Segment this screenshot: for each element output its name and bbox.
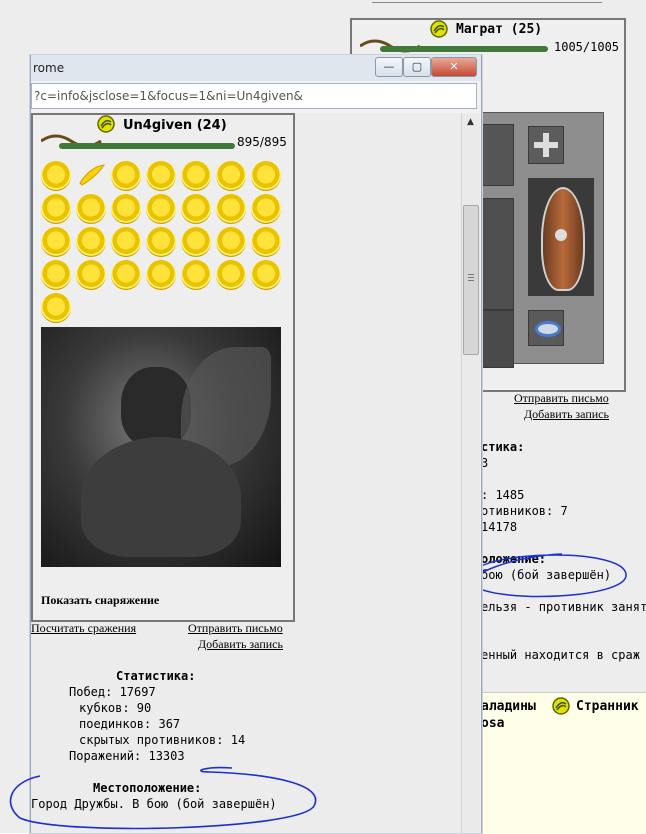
- bg-notice-fight: енный находится в сраж: [481, 648, 640, 662]
- equip-slot-amulet[interactable]: [528, 126, 564, 164]
- scroll-up-icon[interactable]: ▲: [467, 117, 474, 127]
- popup-title: rome: [33, 61, 65, 75]
- trophy-coin-icon: [41, 293, 71, 323]
- trophy-coin-icon: [41, 161, 71, 191]
- trophy-coin-icon: [216, 227, 246, 257]
- trophy-coin-icon: [146, 194, 176, 224]
- stat-duels: поединков: 367: [79, 717, 181, 731]
- trophy-coin-icon: [41, 227, 71, 257]
- bg-stats-heading: стика:: [481, 440, 525, 454]
- annotation-circle: [9, 766, 317, 830]
- bg-clan-text: Странник: [576, 699, 639, 714]
- clan-emblem-icon: [552, 697, 570, 715]
- trophy-coin-icon: [251, 260, 281, 290]
- maximize-button[interactable]: ▢: [403, 57, 431, 77]
- bg-stat-line: : 1485: [481, 488, 525, 502]
- trophy-coin-icon: [41, 194, 71, 224]
- address-bar[interactable]: ?c=info&jsclose=1&focus=1&ni=Un4given&: [31, 83, 477, 109]
- bg-notice-busy: ельзя - противник занят: [481, 600, 646, 614]
- bg-hp-value: 1005/1005: [554, 40, 620, 54]
- stat-hidden-opponents: скрытых противников: 14: [79, 733, 246, 747]
- trophy-coin-icon: [216, 260, 246, 290]
- top-link-fragment: [372, 0, 602, 3]
- bg-stat-line: 3: [481, 456, 489, 470]
- trophy-coin-icon: [146, 260, 176, 290]
- bg-send-mail-link[interactable]: Отправить письмо: [514, 391, 609, 406]
- trophy-coin-icon: [111, 227, 141, 257]
- bg-clan-text: osa: [481, 716, 505, 731]
- popup-titlebar[interactable]: rome — ▢ ✕: [31, 55, 481, 81]
- bg-character-name: Маграт (25): [456, 22, 543, 37]
- add-entry-link[interactable]: Добавить запись: [198, 637, 283, 652]
- stat-cups: кубков: 90: [79, 701, 152, 715]
- trophy-coin-icon: [181, 227, 211, 257]
- trophy-coin-icon: [111, 161, 141, 191]
- statistics-heading: Статистика:: [116, 669, 196, 683]
- trophy-coin-icon: [181, 161, 211, 191]
- equip-slot-boots[interactable]: [482, 310, 514, 368]
- bg-add-entry-link[interactable]: Добавить запись: [524, 407, 609, 422]
- minimize-button[interactable]: —: [375, 57, 403, 77]
- hp-bar-ornament: [360, 39, 548, 53]
- show-equipment-link[interactable]: Показать снаряжение: [41, 593, 159, 608]
- equip-slot-shield[interactable]: [528, 178, 594, 296]
- trophy-coin-icon: [216, 161, 246, 191]
- trophy-coin-icon: [251, 194, 281, 224]
- trophy-coin-icon: [146, 161, 176, 191]
- trophy-coin-icon: [111, 194, 141, 224]
- trophy-grid: [33, 115, 293, 323]
- trophy-coin-icon: [41, 260, 71, 290]
- trophy-coin-icon: [111, 260, 141, 290]
- popup-window: rome — ▢ ✕ ?c=info&jsclose=1&focus=1&ni=…: [30, 55, 482, 833]
- address-url: ?c=info&jsclose=1&focus=1&ni=Un4given&: [34, 89, 303, 103]
- bg-stat-line: 14178: [481, 520, 518, 534]
- stat-losses: Поражений: 13303: [69, 749, 185, 763]
- bg-clan-text: аладины: [481, 699, 536, 714]
- trophy-coin-icon: [216, 194, 246, 224]
- count-battles-link[interactable]: Посчитать сражения: [31, 621, 136, 636]
- trophy-coin-icon: [251, 227, 281, 257]
- popup-content: Un4given (24) 895/895 Показать снаряжени…: [31, 113, 461, 833]
- character-panel: Un4given (24) 895/895 Показать снаряжени…: [31, 113, 295, 622]
- close-button[interactable]: ✕: [431, 57, 477, 77]
- trophy-coin-icon: [181, 260, 211, 290]
- trophy-coin-icon: [76, 260, 106, 290]
- character-avatar: [41, 327, 281, 567]
- trophy-coin-icon: [146, 227, 176, 257]
- equip-slot-ring[interactable]: [528, 310, 564, 346]
- stat-wins: Побед: 17697: [69, 685, 156, 699]
- annotation-circle-bg: [471, 553, 627, 598]
- vertical-scrollbar[interactable]: ▲: [461, 113, 480, 833]
- send-mail-link[interactable]: Отправить письмо: [188, 621, 283, 636]
- equip-slot-armor[interactable]: [482, 124, 514, 186]
- feather-icon: [76, 161, 106, 191]
- trophy-coin-icon: [181, 194, 211, 224]
- trophy-coin-icon: [76, 194, 106, 224]
- equip-slot-body[interactable]: [482, 198, 514, 310]
- trophy-coin-icon: [76, 227, 106, 257]
- bg-stat-line: отивников: 7: [481, 504, 568, 518]
- scrollbar-thumb[interactable]: [463, 205, 479, 355]
- trophy-coin-icon: [251, 161, 281, 191]
